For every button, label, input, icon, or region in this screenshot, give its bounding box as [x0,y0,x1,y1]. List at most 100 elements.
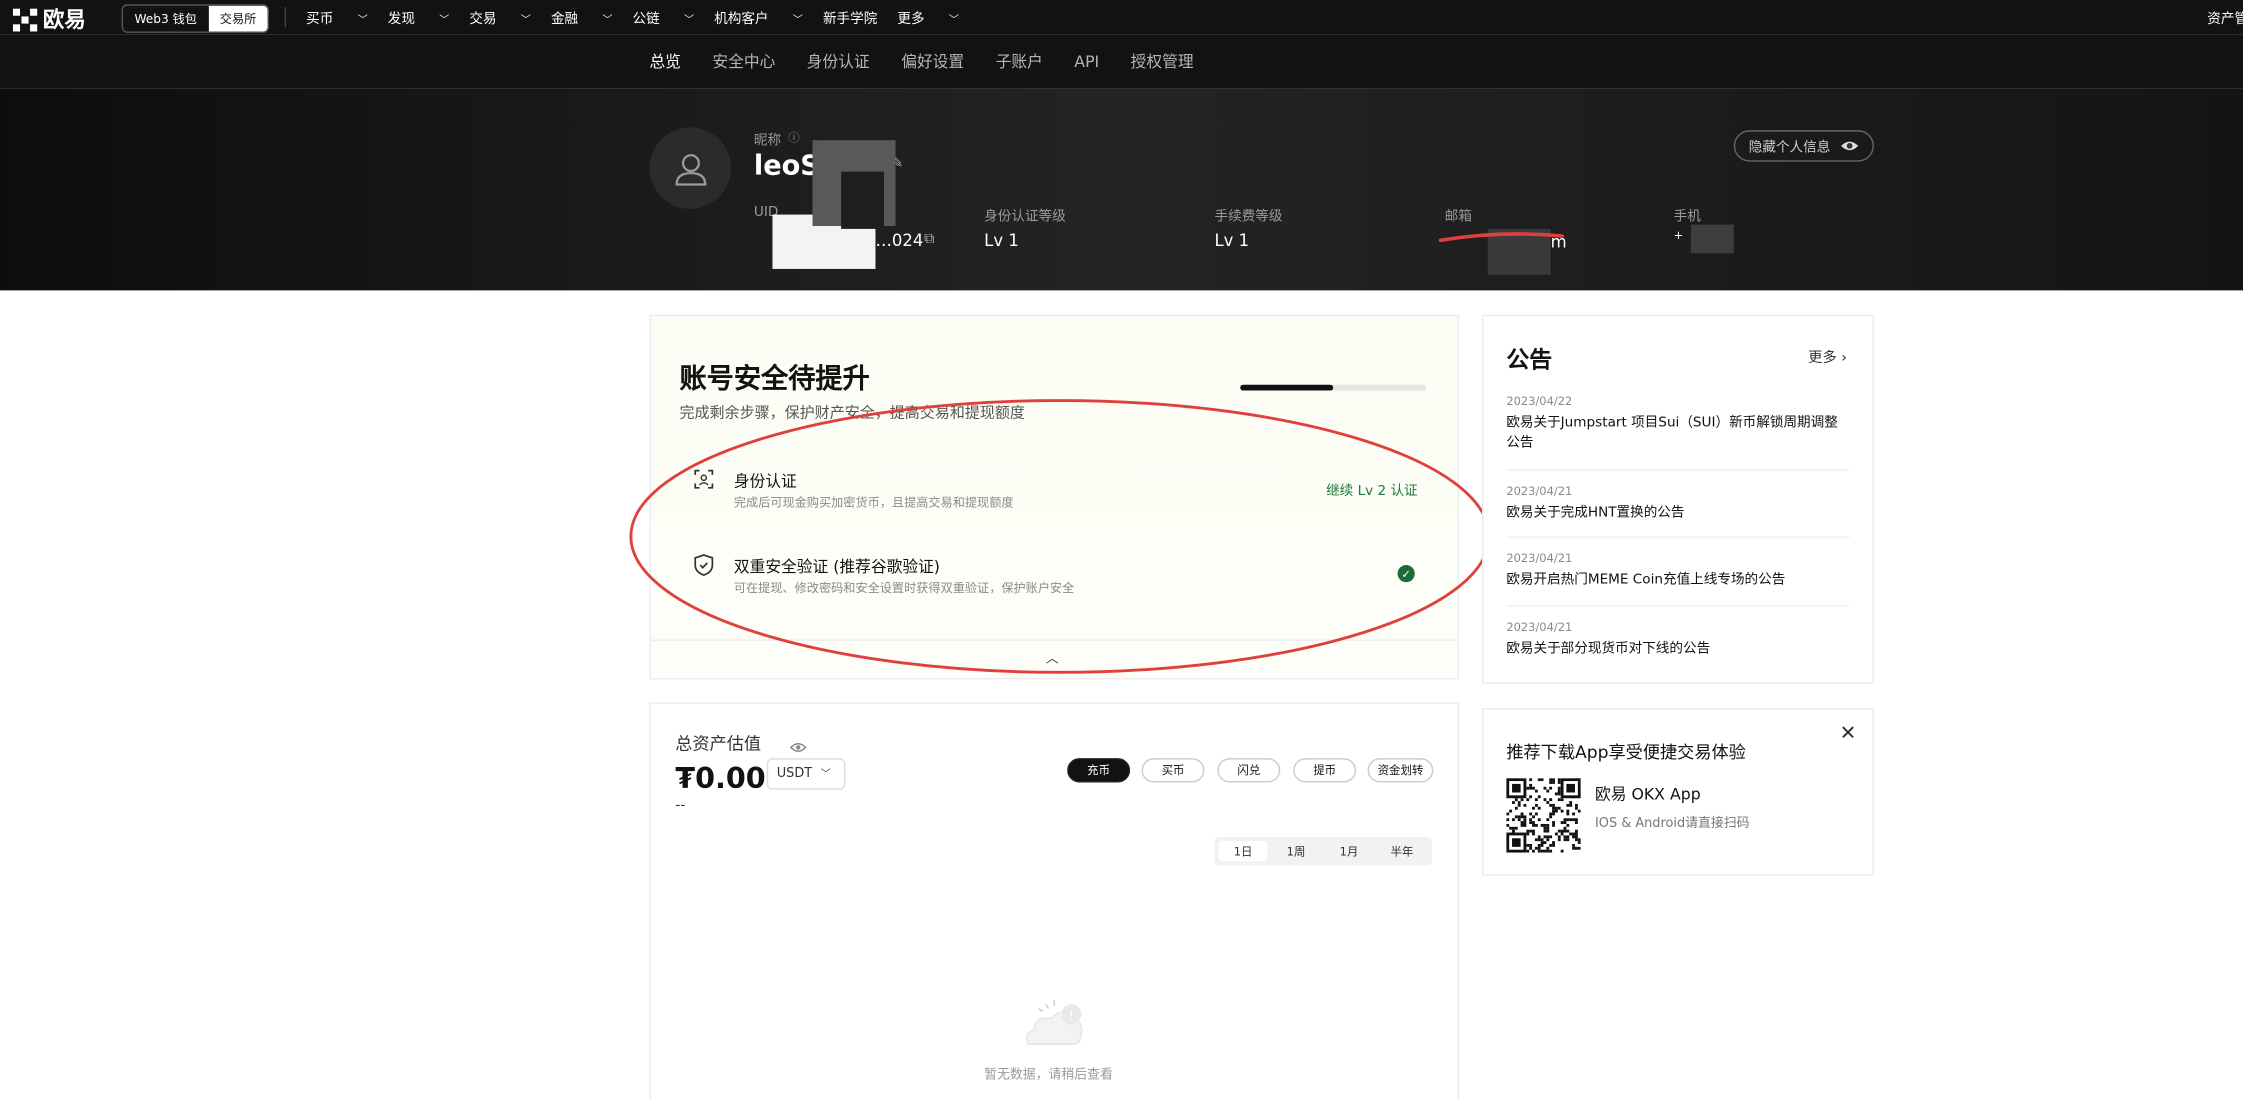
announcement-item[interactable]: 2023/04/21 欧易关于部分现货币对下线的公告 [1506,621,1849,660]
range-1w[interactable]: 1周 [1272,841,1321,861]
close-icon[interactable]: ✕ [1840,722,1857,745]
tab-overview[interactable]: 总览 [649,50,680,73]
asset-sub-value: -- [675,798,686,814]
tab-preferences[interactable]: 偏好设置 [901,50,964,73]
chevron-down-icon: ﹀ [792,14,803,26]
app-scan-hint: IOS & Android请直接扫码 [1595,816,1750,832]
toggle-exchange[interactable]: 交易所 [208,5,268,32]
fee-level-label: 手续费等级 [1214,208,1283,225]
email-label: 邮箱 [1444,208,1473,225]
uid-value: …024 [875,230,924,251]
brand-logo[interactable]: 欧易 [12,4,86,34]
phone-label: 手机 [1673,208,1701,225]
empty-state-text: 暂无数据，请稍后查看 [984,1068,1113,1083]
announcement-date: 2023/04/21 [1506,620,1573,634]
withdraw-button[interactable]: 提币 [1293,758,1357,783]
menu-discover[interactable]: 发现 ﹀ [388,7,450,27]
announcement-date: 2023/04/21 [1506,484,1573,498]
top-navbar: 欧易 Web3 钱包 交易所 买币 ﹀ 发现 ﹀ 交易 ﹀ 金融 ﹀ 公链 ﹀ … [0,0,2243,35]
menu-more[interactable]: 更多 ﹀ [897,7,959,27]
range-1m[interactable]: 1月 [1325,841,1374,861]
menu-trade-label: 交易 [469,11,497,28]
menu-chain[interactable]: 公链 ﹀ [633,7,695,27]
asset-valuation-card: 总资产估值 ₮0.00 USDT ﹀ -- 充币 买币 闪兑 提币 资金划转 1… [649,702,1460,1100]
red-strikethrough-mark [1438,232,1564,243]
transfer-button[interactable]: 资金划转 [1367,758,1434,783]
brand-name: 欧易 [42,7,86,33]
info-icon[interactable]: ⓘ [788,130,799,146]
announcements-more-link[interactable]: 更多 › [1808,345,1847,366]
more-label: 更多 [1808,350,1837,367]
redaction-mark [1690,224,1734,254]
nickname-label: 昵称 [753,133,782,149]
tab-identity[interactable]: 身份认证 [807,50,870,73]
convert-button[interactable]: 闪兑 [1217,758,1281,783]
chevron-down-icon: ﹀ [520,14,531,26]
divider [1506,469,1850,471]
menu-more-label: 更多 [897,11,925,28]
announcement-item[interactable]: 2023/04/22 欧易关于Jumpstart 项目Sui（SUI）新币解锁周期… [1506,395,1849,454]
nav-divider [284,7,287,28]
announcement-text: 欧易关于完成HNT置换的公告 [1506,504,1685,521]
avatar[interactable] [649,127,731,209]
hide-info-button[interactable]: 隐藏个人信息 [1733,130,1874,162]
kyc-level-value: Lv 1 [984,230,1019,251]
tab-security-center[interactable]: 安全中心 [712,50,775,73]
range-6m[interactable]: 半年 [1378,841,1427,861]
eye-icon[interactable] [789,732,807,759]
announcement-text: 欧易关于Jumpstart 项目Sui（SUI）新币解锁周期调整公告 [1506,414,1838,451]
empty-cloud-icon: ! [1020,996,1092,1059]
announcements-card: 公告 更多 › 2023/04/22 欧易关于Jumpstart 项目Sui（SU… [1481,314,1874,684]
app-download-card: 推荐下载App享受便捷交易体验 ✕ 欧易 OKX App IOS & Andro… [1481,708,1874,876]
tab-api[interactable]: API [1074,52,1099,71]
assets-management-link[interactable]: 资产管理 [2207,7,2243,27]
app-promo-title: 推荐下载App享受便捷交易体验 [1506,742,1746,763]
chevron-down-icon: ﹀ [948,14,959,26]
toggle-web3-wallet[interactable]: Web3 钱包 [123,6,208,32]
red-annotation-ellipse [629,399,1491,674]
user-icon [674,153,706,185]
app-name: 欧易 OKX App [1595,785,1701,804]
announcement-item[interactable]: 2023/04/21 欧易开启热门MEME Coin充值上线专场的公告 [1506,552,1849,591]
divider [1506,536,1850,538]
buy-button[interactable]: 买币 [1141,758,1205,783]
menu-institutional-label: 机构客户 [714,11,769,28]
menu-academy[interactable]: 新手学院 [823,7,877,27]
eye-icon [1840,141,1858,151]
announcement-date: 2023/04/21 [1506,552,1573,566]
profile-header: 昵称 ⓘ leoSong ✎ 隐藏个人信息 UID …024 ⧉ 身份认证等级 … [0,88,2243,291]
menu-buy[interactable]: 买币 ﹀ [306,7,368,27]
range-1d[interactable]: 1日 [1218,841,1268,862]
phone-value: + [1673,228,1684,242]
announcement-date: 2023/04/22 [1506,394,1573,408]
currency-select[interactable]: USDT ﹀ [766,758,846,790]
chevron-down-icon: ﹀ [357,14,368,26]
qr-code-icon [1506,778,1581,853]
menu-chain-label: 公链 [632,11,660,28]
copy-icon[interactable]: ⧉ [924,232,934,248]
menu-discover-label: 发现 [387,11,415,28]
redaction-mark [841,171,885,229]
tab-authorization[interactable]: 授权管理 [1131,50,1194,73]
chevron-down-icon: ﹀ [820,768,831,780]
announcement-item[interactable]: 2023/04/21 欧易关于完成HNT置换的公告 [1506,485,1849,524]
main-menu: 买币 ﹀ 发现 ﹀ 交易 ﹀ 金融 ﹀ 公链 ﹀ 机构客户 ﹀ 新手学院 更多 … [306,0,979,34]
fee-level-value: Lv 1 [1214,230,1250,251]
deposit-button[interactable]: 充币 [1067,758,1131,783]
svg-text:!: ! [1069,1009,1074,1024]
menu-trade[interactable]: 交易 ﹀ [469,7,531,27]
product-toggle[interactable]: Web3 钱包 交易所 [121,4,270,33]
chevron-down-icon: ﹀ [602,14,613,26]
time-range-selector: 1日 1周 1月 半年 [1214,836,1432,866]
currency-select-value: USDT [776,766,813,782]
account-subnav: 总览 安全中心 身份认证 偏好设置 子账户 API 授权管理 [0,34,2243,89]
menu-institutional[interactable]: 机构客户 ﹀ [714,7,803,27]
chevron-right-icon: › [1836,350,1848,367]
qr-code [1506,778,1581,858]
tab-subaccount[interactable]: 子账户 [996,50,1043,73]
asset-amount: ₮0.00 [675,761,766,796]
kyc-level-label: 身份认证等级 [984,208,1066,225]
announcements-title: 公告 [1506,346,1553,374]
menu-finance[interactable]: 金融 ﹀ [551,7,613,27]
asset-title: 总资产估值 [675,733,762,754]
